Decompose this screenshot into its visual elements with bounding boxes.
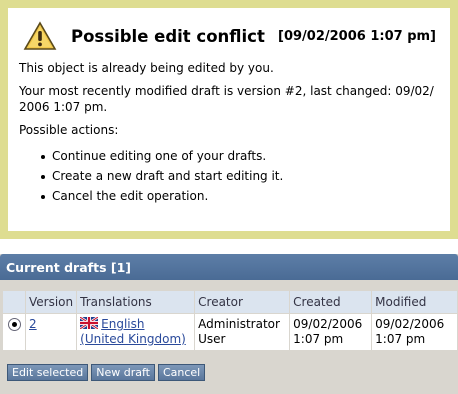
table-row: 2 English (United Kingdom) Administrator… [3,314,457,350]
translation-cell: English (United Kingdom) [77,314,195,350]
edit-selected-button[interactable]: Edit selected [7,364,89,381]
creator-cell: Administrator User [195,314,290,350]
warning-title: Possible edit conflict [71,26,265,46]
warning-timestamp: [09/02/2006 1:07 pm] [278,28,436,44]
action-continue: Continue editing one of your drafts. [19,148,438,164]
version-link[interactable]: 2 [29,317,37,331]
warning-content: Possible edit conflict [09/02/2006 1:07 … [8,8,450,231]
modified-cell: 09/02/2006 1:07 pm [372,314,457,350]
warning-line-1: This object is already being edited by y… [19,61,274,75]
draft-select-radio[interactable] [8,318,21,331]
actions-heading: Possible actions: [19,123,119,137]
uk-flag-icon [80,317,99,329]
column-version: Version [26,291,77,313]
actions-list: Continue editing one of your drafts. Cre… [19,148,438,204]
select-column-header [3,291,25,313]
warning-triangle-icon [23,21,57,50]
drafts-heading: Current drafts [1] [0,254,458,280]
current-drafts-panel: Current drafts [1] Version Translations … [0,254,458,394]
button-bar: Edit selected New draft Cancel [0,364,206,381]
column-creator: Creator [195,291,290,313]
column-translations: Translations [77,291,195,313]
select-cell [3,314,25,350]
warning-header: Possible edit conflict [09/02/2006 1:07 … [19,18,438,54]
table-header-row: Version Translations Creator Created Mod… [3,291,457,313]
edit-conflict-warning: Possible edit conflict [09/02/2006 1:07 … [0,0,458,239]
action-cancel: Cancel the edit operation. [19,188,438,204]
new-draft-button[interactable]: New draft [91,364,155,381]
cancel-button[interactable]: Cancel [157,364,206,381]
created-cell: 09/02/2006 1:07 pm [290,314,372,350]
version-cell: 2 [26,314,77,350]
warning-line-2: Your most recently modified draft is ver… [19,84,434,114]
column-created: Created [290,291,372,313]
column-modified: Modified [372,291,457,313]
drafts-table: Version Translations Creator Created Mod… [2,290,458,351]
action-new-draft: Create a new draft and start editing it. [19,168,438,184]
